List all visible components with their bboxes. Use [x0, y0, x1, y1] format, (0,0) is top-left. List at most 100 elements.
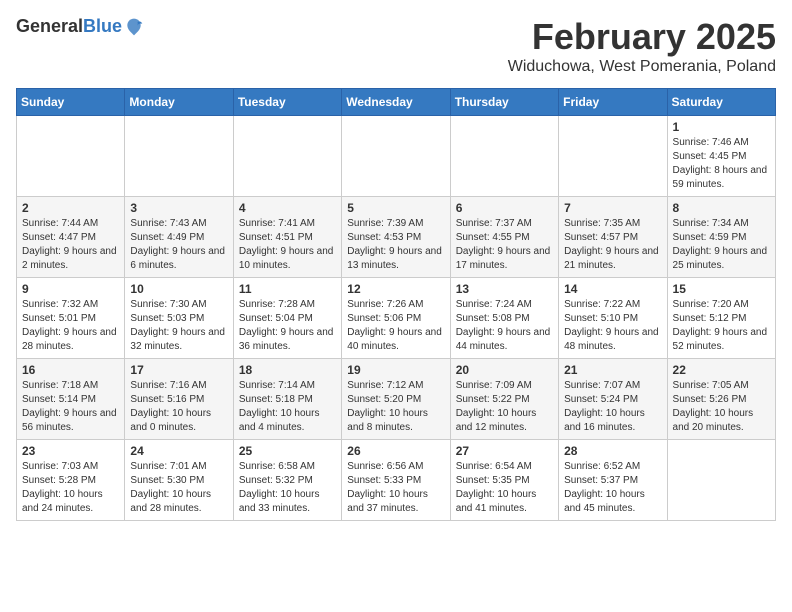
- calendar-cell: [450, 116, 558, 197]
- day-number: 23: [22, 444, 119, 458]
- calendar-cell: 18 Sunrise: 7:14 AM Sunset: 5:18 PM Dayli…: [233, 359, 341, 440]
- day-info: Sunrise: 7:20 AM Sunset: 5:12 PM Dayligh…: [673, 298, 770, 354]
- location: Widuchowa, West Pomerania, Poland: [508, 58, 776, 76]
- day-number: 2: [22, 201, 119, 215]
- day-number: 15: [673, 282, 770, 296]
- day-info: Sunrise: 7:16 AM Sunset: 5:16 PM Dayligh…: [130, 379, 227, 435]
- day-number: 27: [456, 444, 553, 458]
- day-info: Sunrise: 7:41 AM Sunset: 4:51 PM Dayligh…: [239, 217, 336, 273]
- calendar-cell: 13 Sunrise: 7:24 AM Sunset: 5:08 PM Dayli…: [450, 278, 558, 359]
- day-number: 21: [564, 363, 661, 377]
- day-info: Sunrise: 7:30 AM Sunset: 5:03 PM Dayligh…: [130, 298, 227, 354]
- weekday-header-wednesday: Wednesday: [342, 89, 450, 116]
- day-info: Sunrise: 7:22 AM Sunset: 5:10 PM Dayligh…: [564, 298, 661, 354]
- calendar-cell: 7 Sunrise: 7:35 AM Sunset: 4:57 PM Daylig…: [559, 197, 667, 278]
- calendar-cell: 1 Sunrise: 7:46 AM Sunset: 4:45 PM Daylig…: [667, 116, 775, 197]
- day-number: 6: [456, 201, 553, 215]
- calendar-week-row: 1 Sunrise: 7:46 AM Sunset: 4:45 PM Daylig…: [17, 116, 776, 197]
- weekday-header-tuesday: Tuesday: [233, 89, 341, 116]
- page-header: GeneralBlue February 2025 Widuchowa, Wes…: [16, 16, 776, 76]
- calendar-cell: 19 Sunrise: 7:12 AM Sunset: 5:20 PM Dayli…: [342, 359, 450, 440]
- calendar-cell: [559, 116, 667, 197]
- calendar-cell: 24 Sunrise: 7:01 AM Sunset: 5:30 PM Dayli…: [125, 440, 233, 521]
- weekday-header-row: SundayMondayTuesdayWednesdayThursdayFrid…: [17, 89, 776, 116]
- logo-blue: Blue: [83, 16, 122, 36]
- day-info: Sunrise: 7:39 AM Sunset: 4:53 PM Dayligh…: [347, 217, 444, 273]
- day-info: Sunrise: 6:58 AM Sunset: 5:32 PM Dayligh…: [239, 460, 336, 516]
- day-info: Sunrise: 7:01 AM Sunset: 5:30 PM Dayligh…: [130, 460, 227, 516]
- day-info: Sunrise: 7:37 AM Sunset: 4:55 PM Dayligh…: [456, 217, 553, 273]
- weekday-header-thursday: Thursday: [450, 89, 558, 116]
- day-number: 1: [673, 120, 770, 134]
- day-info: Sunrise: 7:12 AM Sunset: 5:20 PM Dayligh…: [347, 379, 444, 435]
- calendar-cell: 22 Sunrise: 7:05 AM Sunset: 5:26 PM Dayli…: [667, 359, 775, 440]
- weekday-header-friday: Friday: [559, 89, 667, 116]
- day-number: 18: [239, 363, 336, 377]
- calendar-cell: 2Sunrise: 7:44 AM Sunset: 4:47 PM Daylig…: [17, 197, 125, 278]
- day-info: Sunrise: 6:56 AM Sunset: 5:33 PM Dayligh…: [347, 460, 444, 516]
- calendar-cell: [667, 440, 775, 521]
- calendar-cell: 8 Sunrise: 7:34 AM Sunset: 4:59 PM Daylig…: [667, 197, 775, 278]
- calendar-cell: 25Sunrise: 6:58 AM Sunset: 5:32 PM Dayli…: [233, 440, 341, 521]
- calendar-cell: 6 Sunrise: 7:37 AM Sunset: 4:55 PM Daylig…: [450, 197, 558, 278]
- calendar-cell: 11Sunrise: 7:28 AM Sunset: 5:04 PM Dayli…: [233, 278, 341, 359]
- day-info: Sunrise: 7:32 AM Sunset: 5:01 PM Dayligh…: [22, 298, 119, 354]
- day-info: Sunrise: 7:43 AM Sunset: 4:49 PM Dayligh…: [130, 217, 227, 273]
- day-number: 16: [22, 363, 119, 377]
- day-number: 10: [130, 282, 227, 296]
- weekday-header-sunday: Sunday: [17, 89, 125, 116]
- calendar-cell: 23Sunrise: 7:03 AM Sunset: 5:28 PM Dayli…: [17, 440, 125, 521]
- calendar-cell: 21 Sunrise: 7:07 AM Sunset: 5:24 PM Dayli…: [559, 359, 667, 440]
- weekday-header-monday: Monday: [125, 89, 233, 116]
- day-number: 8: [673, 201, 770, 215]
- calendar-week-row: 9 Sunrise: 7:32 AM Sunset: 5:01 PM Daylig…: [17, 278, 776, 359]
- calendar-cell: 4Sunrise: 7:41 AM Sunset: 4:51 PM Daylig…: [233, 197, 341, 278]
- day-number: 13: [456, 282, 553, 296]
- day-info: Sunrise: 7:26 AM Sunset: 5:06 PM Dayligh…: [347, 298, 444, 354]
- title-block: February 2025 Widuchowa, West Pomerania,…: [508, 16, 776, 76]
- calendar-table: SundayMondayTuesdayWednesdayThursdayFrid…: [16, 88, 776, 521]
- day-info: Sunrise: 7:18 AM Sunset: 5:14 PM Dayligh…: [22, 379, 119, 435]
- calendar-cell: [125, 116, 233, 197]
- calendar-cell: 27 Sunrise: 6:54 AM Sunset: 5:35 PM Dayli…: [450, 440, 558, 521]
- day-number: 7: [564, 201, 661, 215]
- day-info: Sunrise: 7:09 AM Sunset: 5:22 PM Dayligh…: [456, 379, 553, 435]
- calendar-cell: 15 Sunrise: 7:20 AM Sunset: 5:12 PM Dayli…: [667, 278, 775, 359]
- calendar-cell: 9 Sunrise: 7:32 AM Sunset: 5:01 PM Daylig…: [17, 278, 125, 359]
- day-number: 20: [456, 363, 553, 377]
- calendar-week-row: 16 Sunrise: 7:18 AM Sunset: 5:14 PM Dayli…: [17, 359, 776, 440]
- day-info: Sunrise: 7:46 AM Sunset: 4:45 PM Dayligh…: [673, 136, 770, 192]
- day-info: Sunrise: 7:05 AM Sunset: 5:26 PM Dayligh…: [673, 379, 770, 435]
- logo: GeneralBlue: [16, 16, 144, 38]
- day-number: 24: [130, 444, 227, 458]
- day-number: 26: [347, 444, 444, 458]
- day-info: Sunrise: 7:07 AM Sunset: 5:24 PM Dayligh…: [564, 379, 661, 435]
- day-info: Sunrise: 7:35 AM Sunset: 4:57 PM Dayligh…: [564, 217, 661, 273]
- day-info: Sunrise: 7:14 AM Sunset: 5:18 PM Dayligh…: [239, 379, 336, 435]
- calendar-cell: [342, 116, 450, 197]
- calendar-week-row: 2Sunrise: 7:44 AM Sunset: 4:47 PM Daylig…: [17, 197, 776, 278]
- calendar-cell: 10 Sunrise: 7:30 AM Sunset: 5:03 PM Dayli…: [125, 278, 233, 359]
- day-number: 22: [673, 363, 770, 377]
- logo-general: General: [16, 16, 83, 36]
- calendar-cell: 20 Sunrise: 7:09 AM Sunset: 5:22 PM Dayli…: [450, 359, 558, 440]
- day-number: 14: [564, 282, 661, 296]
- day-number: 19: [347, 363, 444, 377]
- calendar-cell: [233, 116, 341, 197]
- day-number: 9: [22, 282, 119, 296]
- calendar-cell: 17 Sunrise: 7:16 AM Sunset: 5:16 PM Dayli…: [125, 359, 233, 440]
- calendar-week-row: 23Sunrise: 7:03 AM Sunset: 5:28 PM Dayli…: [17, 440, 776, 521]
- day-info: Sunrise: 7:34 AM Sunset: 4:59 PM Dayligh…: [673, 217, 770, 273]
- calendar-cell: 3Sunrise: 7:43 AM Sunset: 4:49 PM Daylig…: [125, 197, 233, 278]
- calendar-cell: 16 Sunrise: 7:18 AM Sunset: 5:14 PM Dayli…: [17, 359, 125, 440]
- day-number: 5: [347, 201, 444, 215]
- day-number: 17: [130, 363, 227, 377]
- day-info: Sunrise: 6:52 AM Sunset: 5:37 PM Dayligh…: [564, 460, 661, 516]
- day-info: Sunrise: 7:24 AM Sunset: 5:08 PM Dayligh…: [456, 298, 553, 354]
- logo-icon: [124, 17, 144, 37]
- day-number: 11: [239, 282, 336, 296]
- calendar-cell: [17, 116, 125, 197]
- day-info: Sunrise: 6:54 AM Sunset: 5:35 PM Dayligh…: [456, 460, 553, 516]
- weekday-header-saturday: Saturday: [667, 89, 775, 116]
- calendar-cell: 14 Sunrise: 7:22 AM Sunset: 5:10 PM Dayli…: [559, 278, 667, 359]
